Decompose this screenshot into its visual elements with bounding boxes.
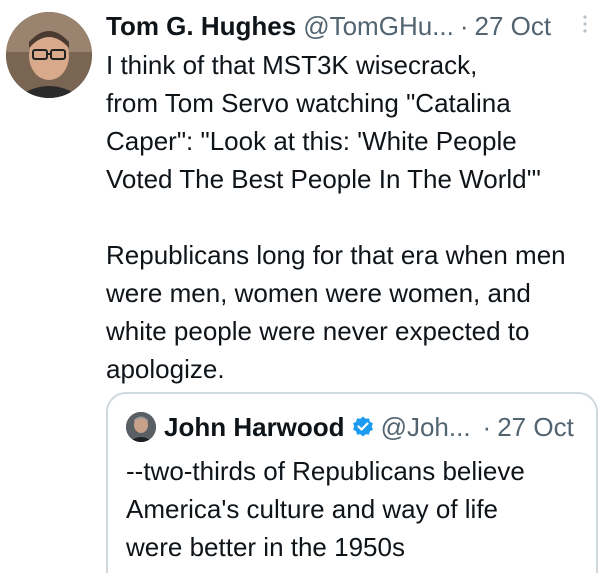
quoted-tweet-date: 27 Oct [497, 411, 574, 442]
quoted-tweet-text: --two-thirds of Republicans believe Amer… [126, 456, 525, 562]
quoted-author-handle: @Joh... [380, 411, 471, 442]
author-handle[interactable]: @TomGHu... [303, 11, 454, 42]
tweet-card[interactable]: Tom G. Hughes @TomGHu... · 27 Oct I thin… [0, 0, 613, 573]
quoted-tweet-header: John Harwood @Joh... · 27 Oct [126, 408, 574, 446]
separator-dot: · [459, 10, 469, 41]
quoted-separator-dot: · [482, 411, 492, 442]
tweet-text: I think of that MST3K wisecrack, from To… [106, 50, 566, 384]
tweet-content: Tom G. Hughes @TomGHu... · 27 Oct I thin… [106, 6, 606, 388]
author-name[interactable]: Tom G. Hughes [106, 11, 296, 42]
quoted-tweet[interactable]: John Harwood @Joh... · 27 Oct --two-thir… [106, 392, 598, 573]
quoted-author-avatar [126, 412, 156, 442]
tweet-date[interactable]: 27 Oct [475, 11, 552, 42]
verified-badge-icon [351, 415, 375, 439]
tweet-header: Tom G. Hughes @TomGHu... · 27 Oct [106, 6, 606, 46]
quoted-author-name: John Harwood [164, 411, 345, 442]
author-avatar[interactable] [6, 12, 92, 98]
more-vertical-icon[interactable] [575, 14, 595, 34]
